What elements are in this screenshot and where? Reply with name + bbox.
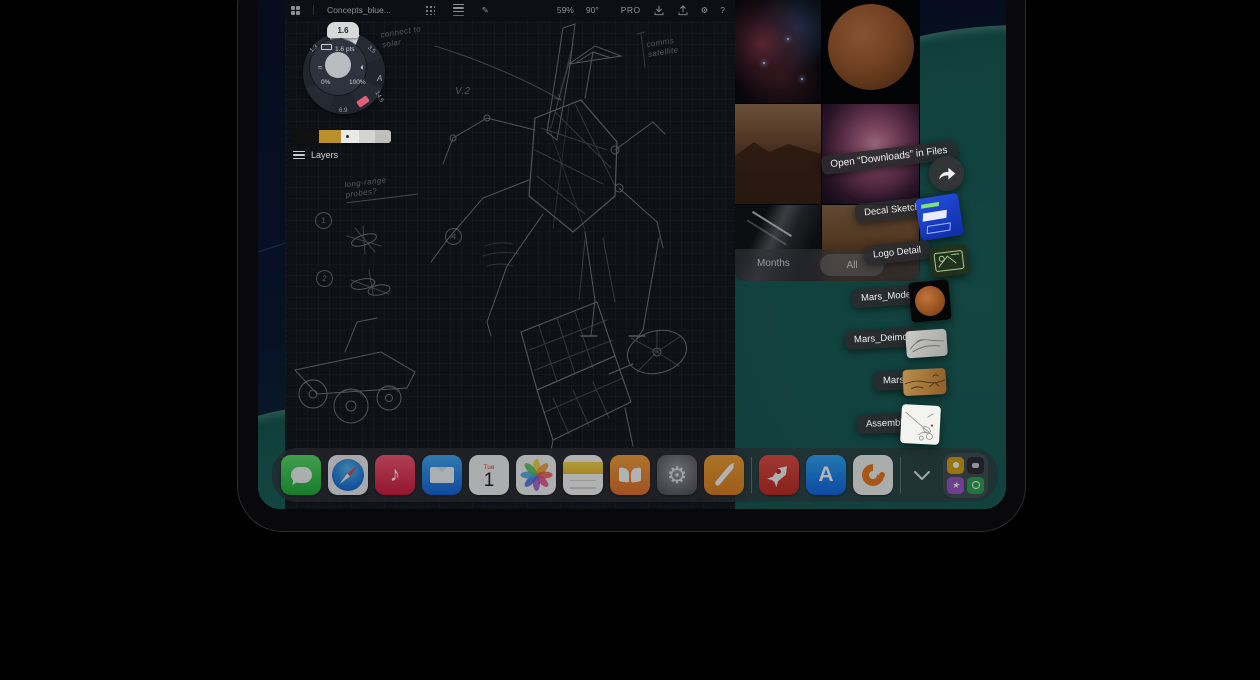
drag-thumb-mars[interactable]: [902, 368, 946, 396]
drag-thumb-mars-model[interactable]: [908, 279, 951, 322]
ipad-frame: connect to solar comms satellite V.2 lon…: [237, 0, 1026, 532]
ipad-screen: connect to solar comms satellite V.2 lon…: [258, 0, 1006, 509]
drag-drop-layer: Open “Downloads” in Files Decal Sketches…: [258, 0, 1006, 509]
drag-thumb-decal-sketches[interactable]: [915, 193, 964, 241]
drag-thumb-logo-detail[interactable]: [928, 244, 969, 278]
share-forward-icon: [929, 156, 964, 191]
drag-thumb-assembly[interactable]: [900, 404, 941, 445]
drag-item-label[interactable]: Logo Detail: [863, 240, 931, 266]
drag-thumb-mars-deimos[interactable]: [905, 329, 948, 359]
